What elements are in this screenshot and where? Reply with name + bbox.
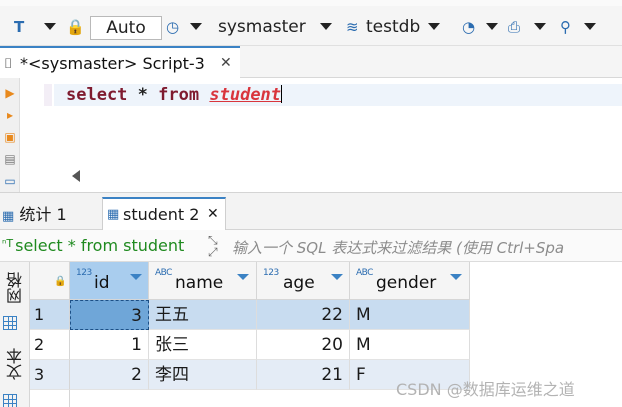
execute-new-tab-icon[interactable]: ▸ <box>3 108 17 122</box>
table-icon: ▦ <box>107 207 120 222</box>
result-view-switcher: 网格 文本 <box>0 262 30 407</box>
column-header-name[interactable]: ABC name <box>149 262 257 300</box>
tab-student-label: student 2 <box>123 205 200 224</box>
text-cursor <box>281 85 283 103</box>
table-cell-id[interactable]: 3 <box>70 300 149 330</box>
source-query-label: ⁿT select * from student <box>2 236 184 255</box>
grid-icon[interactable] <box>3 316 17 330</box>
datasource-selector[interactable]: sysmaster <box>218 17 306 37</box>
dashboard-icon[interactable]: ◔ <box>462 20 475 35</box>
table-name: student <box>209 85 282 105</box>
chevron-down-icon[interactable] <box>130 274 142 280</box>
row-number-empty-area <box>30 390 70 407</box>
dashboard-dropdown[interactable] <box>486 23 498 30</box>
row-number[interactable]: 2 <box>30 330 70 360</box>
table-cell-gender[interactable]: M <box>350 330 470 360</box>
datasource-dropdown[interactable] <box>320 23 332 30</box>
lock-icon[interactable]: 🔒 <box>66 20 85 35</box>
tab-student-result[interactable]: ▦ student 2 ✕ <box>102 197 226 231</box>
editor-tab-bar: ⌷ *<sysmaster> Script-3 ✕ <box>0 46 622 78</box>
table-cell-id[interactable]: 2 <box>70 360 149 390</box>
execute-script-icon[interactable]: ▣ <box>3 130 17 144</box>
database-icon: ≋ <box>346 18 359 36</box>
table-cell-age[interactable]: 22 <box>257 300 350 330</box>
tab-script-3[interactable]: ⌷ *<sysmaster> Script-3 ✕ <box>0 46 240 78</box>
column-name: gender <box>376 273 437 293</box>
transaction-mode-icon[interactable]: T <box>14 20 24 35</box>
tab-label: *<sysmaster> Script-3 <box>20 54 205 73</box>
print-icon[interactable]: ⎙ <box>508 20 520 35</box>
keyword-select: select <box>66 85 128 105</box>
table-cell-age[interactable]: 21 <box>257 360 350 390</box>
commit-mode-button[interactable]: Auto <box>90 16 162 40</box>
close-icon[interactable]: ✕ <box>207 206 219 222</box>
lock-icon: 🔒 <box>54 276 67 287</box>
history-dropdown[interactable] <box>190 23 202 30</box>
table-cell-name[interactable]: 王五 <box>149 300 257 330</box>
main-toolbar: T 🔒 Auto ◷ sysmaster ≋ testdb ◔ ⎙ ⚲ <box>0 6 622 46</box>
column-header-gender[interactable]: ABC gender <box>350 262 470 300</box>
table-cell-age[interactable]: 20 <box>257 330 350 360</box>
execute-icon[interactable]: ▶ <box>3 86 17 100</box>
chevron-down-icon[interactable] <box>450 274 462 280</box>
editor-action-gutter: ▶ ▸ ▣ ▤ ▭ <box>0 78 20 192</box>
number-type-icon: 123 <box>263 268 279 278</box>
table-cell-gender[interactable]: M <box>350 300 470 330</box>
table-cell-name[interactable]: 李四 <box>149 360 257 390</box>
script-file-icon: ⌷ <box>4 56 13 72</box>
column-name: age <box>283 273 315 293</box>
expand-filter-icon[interactable]: ⤡ ⤢ <box>208 234 218 258</box>
row-number-header[interactable]: 🔒 <box>30 262 70 300</box>
text-view-label[interactable]: 文本 <box>4 348 28 380</box>
text-icon[interactable] <box>3 394 17 407</box>
search-dropdown[interactable] <box>584 23 596 30</box>
result-tab-bar: ▦ 统计 1 ▦ student 2 ✕ <box>0 192 622 231</box>
sql-code-line[interactable]: select * from student <box>66 85 283 105</box>
print-dropdown[interactable] <box>534 23 546 30</box>
explain-plan-icon[interactable]: ▤ <box>3 152 17 166</box>
database-selector[interactable]: testdb <box>366 17 420 37</box>
column-header-age[interactable]: 123 age <box>257 262 350 300</box>
row-number[interactable]: 3 <box>30 360 70 390</box>
scroll-left-arrow[interactable] <box>72 170 80 182</box>
statistics-icon: ▦ <box>2 209 15 224</box>
line-marker <box>44 84 52 106</box>
transaction-mode-dropdown[interactable] <box>44 23 56 30</box>
grid-view-label[interactable]: 网格 <box>4 272 28 304</box>
sql-type-icon: ⁿT <box>2 237 14 250</box>
number-type-icon: 123 <box>76 268 92 278</box>
column-name: id <box>94 273 110 293</box>
column-name: name <box>175 273 224 293</box>
row-number[interactable]: 1 <box>30 300 70 330</box>
chevron-down-icon[interactable] <box>331 274 343 280</box>
table-cell-name[interactable]: 张三 <box>149 330 257 360</box>
text-type-icon: ABC <box>155 268 172 278</box>
tab-statistics-label: 统计 1 <box>19 205 67 224</box>
database-dropdown[interactable] <box>428 23 440 30</box>
star-operator: * <box>137 85 148 105</box>
filter-bar: ⁿT select * from student ⤡ ⤢ 输入一个 SQL 表达式来… <box>0 230 622 262</box>
column-header-id[interactable]: 123 id <box>70 262 149 300</box>
terminal-icon[interactable]: ▭ <box>3 174 17 188</box>
tab-statistics[interactable]: ▦ 统计 1 <box>2 201 67 225</box>
close-icon[interactable]: ✕ <box>220 55 232 71</box>
keyword-from: from <box>158 85 200 105</box>
search-icon[interactable]: ⚲ <box>560 20 571 35</box>
sql-editor[interactable]: select * from student <box>20 78 622 192</box>
watermark-text: CSDN @数据库运维之道 <box>396 380 575 399</box>
chevron-down-icon[interactable] <box>237 274 249 280</box>
filter-input[interactable]: 输入一个 SQL 表达式来过滤结果 (使用 Ctrl+Spa <box>232 237 564 258</box>
table-cell-id[interactable]: 1 <box>70 330 149 360</box>
history-icon[interactable]: ◷ <box>166 20 179 35</box>
text-type-icon: ABC <box>356 268 373 278</box>
source-query-text: select * from student <box>15 236 185 255</box>
